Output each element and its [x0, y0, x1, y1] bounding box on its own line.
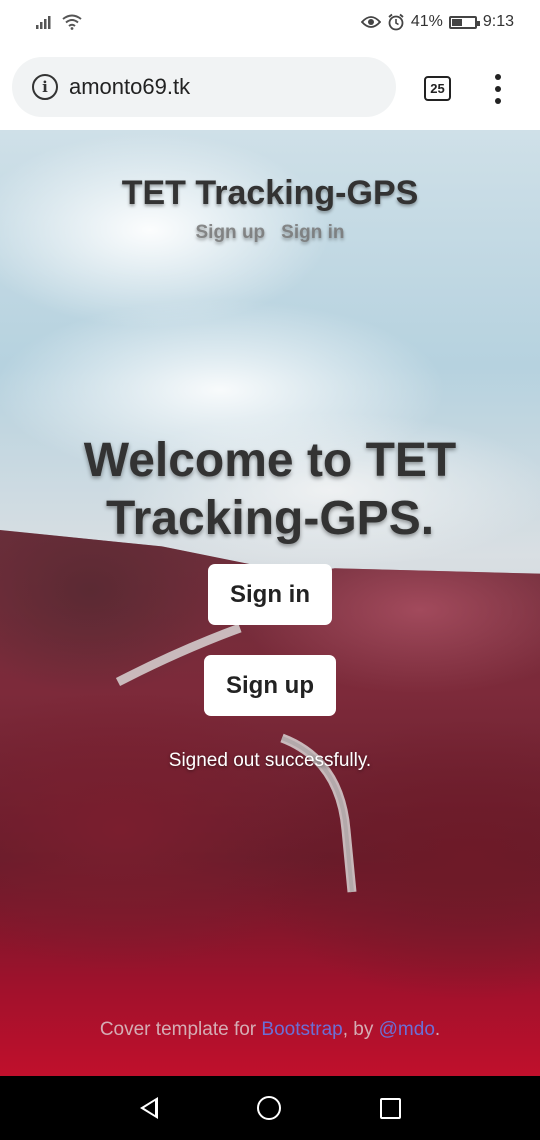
browser-toolbar: i amonto69.tk 25: [0, 44, 540, 130]
tab-switcher-button[interactable]: 25: [424, 76, 451, 101]
system-navigation-bar: [0, 1076, 540, 1140]
status-left: [36, 14, 82, 30]
footer-suffix: .: [434, 1019, 441, 1040]
back-icon[interactable]: [139, 1097, 158, 1119]
overflow-menu-icon[interactable]: [490, 74, 506, 104]
alarm-icon: [388, 13, 404, 31]
nav-signin-link[interactable]: Sign in: [281, 222, 344, 244]
url-text[interactable]: amonto69.tk: [69, 74, 190, 100]
bootstrap-link[interactable]: Bootstrap: [261, 1019, 342, 1040]
status-bar: 41% 9:13: [0, 0, 540, 44]
masthead-nav: Sign up Sign in: [0, 222, 540, 244]
signin-button[interactable]: Sign in: [208, 564, 332, 625]
recents-icon[interactable]: [379, 1097, 401, 1119]
author-link[interactable]: @mdo: [379, 1019, 435, 1040]
cover-heading: Welcome to TET Tracking-GPS.: [83, 434, 457, 545]
footer-text: Cover template for Bootstrap, by @mdo.: [0, 1019, 540, 1041]
cover-background: TET Tracking-GPS Sign up Sign in Welcome…: [0, 130, 540, 1076]
status-right: 41% 9:13: [360, 13, 514, 31]
footer-prefix: Cover template for: [99, 1019, 262, 1040]
flash-notice: Signed out successfully.: [168, 750, 372, 771]
battery-icon: [448, 15, 480, 29]
info-icon[interactable]: i: [32, 74, 58, 100]
masthead-brand: TET Tracking-GPS: [121, 174, 419, 212]
signal-icon: [36, 16, 51, 29]
signup-button[interactable]: Sign up: [204, 655, 336, 716]
address-bar[interactable]: i amonto69.tk: [12, 57, 396, 117]
footer-by: , by: [342, 1019, 379, 1040]
wifi-icon: [62, 14, 82, 30]
nav-signup-link[interactable]: Sign up: [196, 222, 266, 244]
eye-icon: [360, 16, 381, 28]
battery-percent: 41%: [410, 13, 443, 30]
home-icon[interactable]: [256, 1096, 281, 1120]
clock: 9:13: [482, 13, 514, 30]
